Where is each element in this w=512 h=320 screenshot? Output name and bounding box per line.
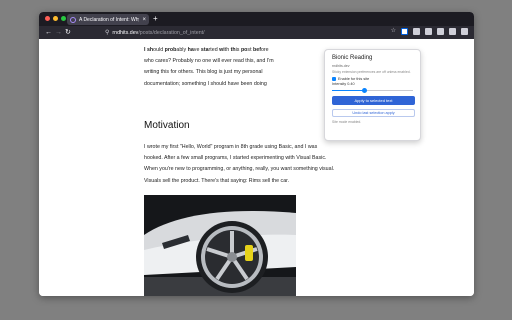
- browser-window: A Declaration of Intent: Why I ... × + ←…: [39, 12, 474, 296]
- back-button[interactable]: ←: [45, 27, 52, 38]
- paragraph-motivation: I wrote my first "Hello, World" program …: [144, 142, 384, 187]
- undo-selection-button[interactable]: Undo last selection apply: [332, 109, 415, 118]
- car-illustration: [144, 195, 296, 296]
- extensions-toolbar: ☆: [391, 28, 468, 35]
- popup-footer: Site mode enabled.: [332, 120, 362, 125]
- bionic-word-rest: ve: [193, 47, 201, 53]
- new-tab-button[interactable]: +: [153, 14, 158, 24]
- motivation-line-1: I wrote my first "Hello, World" program …: [144, 144, 318, 150]
- menu-icon[interactable]: [461, 28, 468, 35]
- intensity-slider[interactable]: [332, 88, 413, 94]
- section-heading: Motivation: [144, 120, 190, 131]
- bionic-word-bold: prob: [164, 47, 177, 53]
- close-window-button[interactable]: [45, 16, 50, 21]
- motivation-line-4: Visuals sell the product. There's that s…: [144, 177, 290, 184]
- apply-selected-text-button[interactable]: Apply to selected text: [332, 96, 415, 106]
- bionic-reading-popup: Bionic Reading rndhits.dev Sticky extens…: [324, 49, 421, 141]
- minimize-window-button[interactable]: [53, 16, 58, 21]
- url-text[interactable]: rndhits.dev/posts/declaration_of_intent/: [112, 30, 204, 36]
- motivation-line-3: When you're new to programming, or anyth…: [144, 166, 335, 173]
- window-controls: [45, 16, 66, 21]
- site-info-icon[interactable]: ⚲: [105, 29, 109, 36]
- slider-thumb[interactable]: [362, 88, 368, 94]
- intensity-label: Intensity 0.40: [332, 82, 355, 87]
- url-host: rndhits.dev: [112, 29, 139, 36]
- zoom-window-button[interactable]: [61, 16, 66, 21]
- tab-active[interactable]: A Declaration of Intent: Why I ... ×: [67, 14, 149, 25]
- enable-site-checkbox[interactable]: [332, 77, 336, 82]
- pocket-icon[interactable]: [413, 28, 420, 35]
- popup-title: Bionic Reading: [332, 55, 373, 61]
- bookmark-star-icon[interactable]: ☆: [391, 28, 396, 35]
- car-wheel-image: [144, 195, 296, 296]
- enable-site-row[interactable]: Enable for this site: [332, 77, 413, 82]
- popup-note: Sticky extension preferences are off unl…: [332, 70, 411, 74]
- reload-button[interactable]: ↻: [65, 27, 71, 38]
- bionic-word-bold: bef: [253, 47, 261, 53]
- slider-fill: [332, 90, 365, 92]
- account-icon[interactable]: [437, 28, 444, 35]
- tab-favicon-icon: [70, 16, 76, 23]
- popup-site-host: rndhits.dev: [332, 64, 350, 68]
- bionic-word-rest: rted: [208, 47, 220, 53]
- extensions-icon[interactable]: [449, 28, 456, 35]
- bionic-word-rest: ore: [260, 47, 269, 53]
- motivation-line-2: hooked. After a few small programs, I st…: [144, 155, 327, 162]
- tab-strip: A Declaration of Intent: Why I ... × +: [39, 12, 474, 26]
- tab-title: A Declaration of Intent: Why I ...: [79, 16, 139, 23]
- bionic-word-rest: ould: [153, 47, 165, 53]
- navigation-toolbar: ← → ↻ ⚲ rndhits.dev/posts/declaration_of…: [39, 26, 474, 39]
- bionic-word-rest: ably: [176, 47, 188, 53]
- forward-button[interactable]: →: [55, 27, 62, 38]
- bionic-reading-extension-icon[interactable]: [401, 28, 408, 35]
- bionic-word-bold: I sh: [144, 47, 154, 53]
- downloads-icon[interactable]: [425, 28, 432, 35]
- tab-close-icon[interactable]: ×: [142, 17, 146, 23]
- address-bar[interactable]: ⚲ rndhits.dev/posts/declaration_of_inten…: [105, 28, 315, 37]
- enable-site-label: Enable for this site: [338, 77, 370, 82]
- bionic-word-bold: sta: [200, 47, 209, 53]
- url-path: /posts/declaration_of_intent/: [138, 29, 205, 36]
